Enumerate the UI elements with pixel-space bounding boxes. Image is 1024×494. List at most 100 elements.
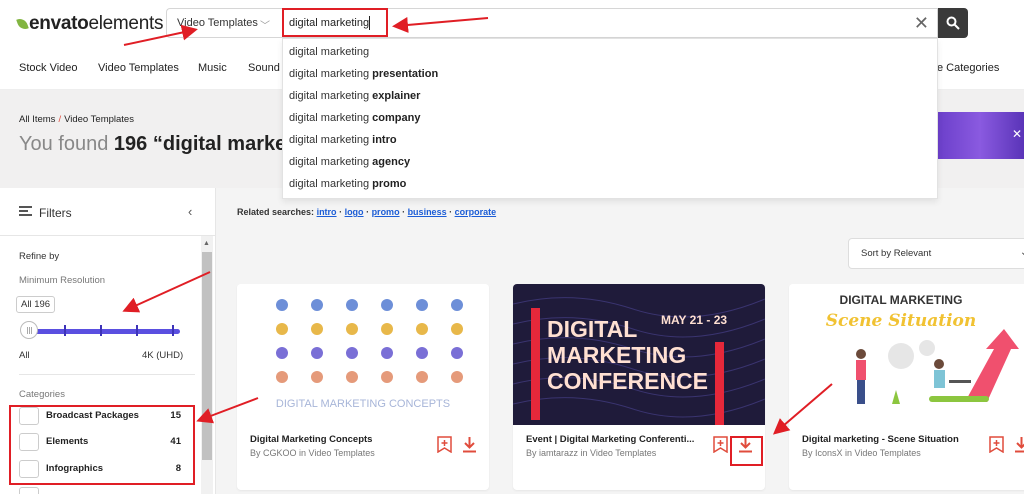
filters-label: Filters — [39, 206, 72, 220]
suggestion-text: digital marketing — [289, 90, 373, 102]
nav-item-stock-video[interactable]: Stock Video — [19, 62, 78, 74]
resolution-slider-track[interactable] — [26, 329, 180, 334]
slider-tick — [172, 325, 174, 336]
close-icon[interactable]: ✕ — [1012, 127, 1022, 141]
result-card[interactable]: DIGITAL MARKETING CONFERENCE MAY 21 - 23… — [513, 284, 765, 490]
bookmark-add-icon[interactable] — [437, 436, 452, 453]
suggestion-item[interactable]: digital marketing agency — [289, 156, 410, 168]
checkbox[interactable] — [19, 487, 39, 494]
suggestion-text: digital marketing — [289, 112, 373, 124]
slider-tooltip: All 196 — [16, 296, 56, 313]
thumbnail-line-2: MARKETING — [547, 342, 686, 368]
card-byline: By IconsX in Video Templates — [802, 448, 921, 458]
suggestion-text: digital marketing — [289, 178, 373, 190]
clear-icon[interactable]: ✕ — [914, 13, 929, 34]
search-button[interactable] — [938, 8, 968, 38]
download-icon[interactable] — [462, 436, 477, 453]
suggestion-item[interactable]: digital marketing intro — [289, 134, 397, 146]
suggestion-text: digital marketing — [289, 46, 370, 58]
related-link-promo[interactable]: promo — [372, 207, 400, 217]
annotation-box-download — [730, 436, 763, 466]
bookmark-add-icon[interactable] — [713, 436, 728, 453]
slider-tick — [64, 325, 66, 336]
suggestion-text: digital marketing — [289, 68, 373, 80]
suggestion-bold: presentation — [372, 68, 439, 80]
card-title[interactable]: Digital Marketing Concepts — [250, 434, 372, 445]
suggestion-item[interactable]: digital marketing company — [289, 112, 420, 124]
related-link-business[interactable]: business — [408, 207, 447, 217]
sort-dropdown[interactable]: Sort by Relevant ⌄ — [848, 238, 1024, 269]
scroll-up-arrow-icon[interactable]: ▲ — [203, 240, 210, 247]
download-icon[interactable] — [1014, 436, 1024, 453]
suggestion-bold: promo — [372, 178, 407, 190]
slider-tick — [100, 325, 102, 336]
breadcrumb-current[interactable]: Video Templates — [64, 114, 134, 125]
results-count: 196 — [113, 133, 148, 155]
result-card[interactable]: DIGITAL MARKETING CONCEPTS Digital Marke… — [237, 284, 489, 490]
sidebar-scrollbar-thumb[interactable] — [202, 252, 212, 460]
search-suggestions: digital marketing digital marketing pres… — [282, 38, 938, 199]
results-heading-prefix: You found — [19, 133, 114, 155]
search-icon — [946, 16, 960, 30]
suggestion-bold: intro — [372, 134, 397, 146]
thumbnail-line-1: DIGITAL — [547, 316, 637, 342]
suggestion-item[interactable]: digital marketing presentation — [289, 68, 438, 80]
suggestion-item[interactable]: digital marketing explainer — [289, 90, 420, 102]
suggestion-item[interactable]: digital marketing — [289, 46, 369, 58]
category-dropdown-value: Video Templates — [177, 17, 258, 29]
related-searches: Related searches: intro · logo · promo ·… — [237, 207, 497, 217]
thumbnail-title: DIGITAL MARKETING — [840, 293, 963, 307]
resolution-slider-handle[interactable] — [20, 321, 38, 339]
chevron-down-icon: ⌄ — [1020, 247, 1024, 258]
breadcrumb: All Items / Video Templates — [19, 114, 134, 125]
chevron-down-icon: ﹀ — [260, 21, 270, 32]
card-title[interactable]: Digital marketing - Scene Situation — [802, 434, 959, 445]
card-title[interactable]: Event | Digital Marketing Conferenti... — [526, 434, 694, 445]
promo-banner[interactable]: ✕ — [936, 112, 1024, 159]
categories-label: Categories — [19, 389, 65, 400]
related-label: Related searches: — [237, 207, 315, 217]
breadcrumb-all-items[interactable]: All Items — [19, 114, 55, 125]
thumbnail-date: MAY 21 - 23 — [661, 313, 727, 327]
nav-item-music[interactable]: Music — [198, 62, 227, 74]
results-query: “digital marke — [147, 133, 287, 155]
leaf-icon — [16, 16, 29, 32]
collapse-chevron-icon[interactable]: ‹ — [188, 204, 192, 219]
sort-dropdown-value: Sort by Relevant — [861, 248, 932, 259]
category-dropdown[interactable]: Video Templates ﹀ — [166, 8, 282, 38]
slider-tick — [136, 325, 138, 336]
thumbnail-line-3: CONFERENCE — [547, 368, 708, 394]
card-thumbnail[interactable]: DIGITAL MARKETING CONCEPTS — [237, 284, 489, 425]
logo-text-bold: envato — [29, 13, 89, 34]
suggestion-bold: explainer — [372, 90, 421, 102]
thumbnail-caption: DIGITAL MARKETING CONCEPTS — [276, 398, 450, 410]
card-byline: By CGKOO in Video Templates — [250, 448, 375, 458]
thumbnail-subtitle: Scene Situation — [826, 311, 977, 331]
results-heading: You found 196 “digital marke — [19, 133, 286, 156]
divider — [19, 374, 195, 375]
suggestion-bold: company — [372, 112, 421, 124]
nav-item-sound[interactable]: Sound — [248, 62, 280, 74]
envato-logo[interactable]: envato elements — [16, 13, 164, 35]
min-resolution-label: Minimum Resolution — [19, 275, 106, 286]
slider-max-label: 4K (UHD) — [142, 350, 184, 361]
logo-text-light: elements — [88, 13, 164, 34]
category-filter-next[interactable] — [19, 487, 189, 494]
card-byline: By iamtarazz in Video Templates — [526, 448, 657, 458]
related-link-corporate[interactable]: corporate — [455, 207, 497, 217]
suggestion-text: digital marketing — [289, 134, 373, 146]
related-link-logo[interactable]: logo — [345, 207, 364, 217]
nav-item-video-templates[interactable]: Video Templates — [98, 62, 179, 74]
nav-item-more-categories[interactable]: e Categories — [937, 62, 999, 74]
suggestion-bold: agency — [372, 156, 411, 168]
filter-icon — [19, 206, 32, 217]
suggestion-item[interactable]: digital marketing promo — [289, 178, 406, 190]
card-thumbnail[interactable]: DIGITAL MARKETING Scene Situation — [789, 284, 1024, 425]
refine-heading: Refine by — [19, 251, 60, 262]
annotation-box-categories — [9, 405, 195, 485]
bookmark-add-icon[interactable] — [989, 436, 1004, 453]
card-thumbnail[interactable]: DIGITAL MARKETING CONFERENCE MAY 21 - 23 — [513, 284, 765, 425]
result-card[interactable]: DIGITAL MARKETING Scene Situation Digita… — [789, 284, 1024, 490]
slider-min-label: All — [19, 350, 30, 361]
related-link-intro[interactable]: intro — [317, 207, 337, 217]
